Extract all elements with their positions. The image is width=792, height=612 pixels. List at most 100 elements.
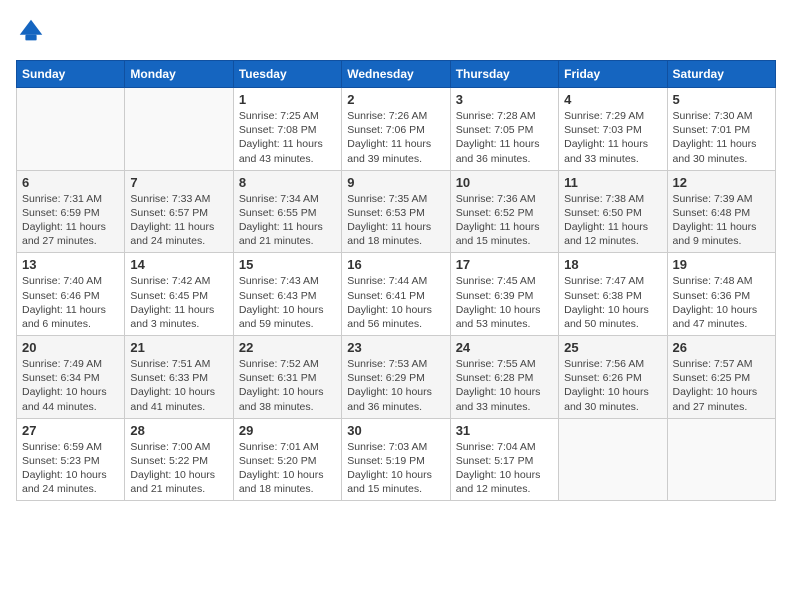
day-number: 4 [564,92,661,107]
day-info: Sunrise: 7:38 AMSunset: 6:50 PMDaylight:… [564,192,661,249]
day-info: Sunrise: 7:42 AMSunset: 6:45 PMDaylight:… [130,274,227,331]
day-info: Sunrise: 7:53 AMSunset: 6:29 PMDaylight:… [347,357,444,414]
day-number: 11 [564,175,661,190]
day-info: Sunrise: 6:59 AMSunset: 5:23 PMDaylight:… [22,440,119,497]
calendar-week-row: 6 Sunrise: 7:31 AMSunset: 6:59 PMDaylight… [17,170,776,253]
day-number: 25 [564,340,661,355]
day-info: Sunrise: 7:26 AMSunset: 7:06 PMDaylight:… [347,109,444,166]
day-info: Sunrise: 7:25 AMSunset: 7:08 PMDaylight:… [239,109,336,166]
day-info: Sunrise: 7:40 AMSunset: 6:46 PMDaylight:… [22,274,119,331]
calendar-cell: 16 Sunrise: 7:44 AMSunset: 6:41 PMDayligh… [342,253,450,336]
day-number: 7 [130,175,227,190]
calendar-cell: 9 Sunrise: 7:35 AMSunset: 6:53 PMDaylight… [342,170,450,253]
day-number: 31 [456,423,553,438]
day-number: 15 [239,257,336,272]
day-info: Sunrise: 7:01 AMSunset: 5:20 PMDaylight:… [239,440,336,497]
day-info: Sunrise: 7:35 AMSunset: 6:53 PMDaylight:… [347,192,444,249]
day-info: Sunrise: 7:04 AMSunset: 5:17 PMDaylight:… [456,440,553,497]
calendar-cell: 19 Sunrise: 7:48 AMSunset: 6:36 PMDayligh… [667,253,775,336]
calendar-table: SundayMondayTuesdayWednesdayThursdayFrid… [16,60,776,501]
day-number: 22 [239,340,336,355]
day-number: 3 [456,92,553,107]
day-info: Sunrise: 7:48 AMSunset: 6:36 PMDaylight:… [673,274,770,331]
day-info: Sunrise: 7:00 AMSunset: 5:22 PMDaylight:… [130,440,227,497]
day-info: Sunrise: 7:52 AMSunset: 6:31 PMDaylight:… [239,357,336,414]
day-number: 23 [347,340,444,355]
calendar-cell: 8 Sunrise: 7:34 AMSunset: 6:55 PMDaylight… [233,170,341,253]
day-number: 12 [673,175,770,190]
calendar-cell: 10 Sunrise: 7:36 AMSunset: 6:52 PMDayligh… [450,170,558,253]
day-number: 26 [673,340,770,355]
day-info: Sunrise: 7:28 AMSunset: 7:05 PMDaylight:… [456,109,553,166]
calendar-cell [559,418,667,501]
calendar-cell: 15 Sunrise: 7:43 AMSunset: 6:43 PMDayligh… [233,253,341,336]
weekday-header: Monday [125,61,233,88]
calendar-cell: 2Sunrise: 7:26 AMSunset: 7:06 PMDaylight… [342,88,450,171]
weekday-header: Sunday [17,61,125,88]
day-info: Sunrise: 7:33 AMSunset: 6:57 PMDaylight:… [130,192,227,249]
calendar-cell: 4 Sunrise: 7:29 AMSunset: 7:03 PMDaylight… [559,88,667,171]
weekday-header: Friday [559,61,667,88]
day-number: 18 [564,257,661,272]
day-number: 24 [456,340,553,355]
day-info: Sunrise: 7:57 AMSunset: 6:25 PMDaylight:… [673,357,770,414]
day-info: Sunrise: 7:43 AMSunset: 6:43 PMDaylight:… [239,274,336,331]
day-number: 29 [239,423,336,438]
day-info: Sunrise: 7:55 AMSunset: 6:28 PMDaylight:… [456,357,553,414]
day-info: Sunrise: 7:44 AMSunset: 6:41 PMDaylight:… [347,274,444,331]
calendar-cell: 22 Sunrise: 7:52 AMSunset: 6:31 PMDayligh… [233,336,341,419]
calendar-cell: 12Sunrise: 7:39 AMSunset: 6:48 PMDayligh… [667,170,775,253]
calendar-cell: 18 Sunrise: 7:47 AMSunset: 6:38 PMDayligh… [559,253,667,336]
day-info: Sunrise: 7:03 AMSunset: 5:19 PMDaylight:… [347,440,444,497]
calendar-cell: 5 Sunrise: 7:30 AMSunset: 7:01 PMDaylight… [667,88,775,171]
calendar-week-row: 1 Sunrise: 7:25 AMSunset: 7:08 PMDaylight… [17,88,776,171]
calendar-cell: 30Sunrise: 7:03 AMSunset: 5:19 PMDayligh… [342,418,450,501]
day-info: Sunrise: 7:30 AMSunset: 7:01 PMDaylight:… [673,109,770,166]
calendar-week-row: 13 Sunrise: 7:40 AMSunset: 6:46 PMDayligh… [17,253,776,336]
calendar-cell: 23 Sunrise: 7:53 AMSunset: 6:29 PMDayligh… [342,336,450,419]
day-info: Sunrise: 7:47 AMSunset: 6:38 PMDaylight:… [564,274,661,331]
calendar-cell [17,88,125,171]
calendar-cell: 6 Sunrise: 7:31 AMSunset: 6:59 PMDaylight… [17,170,125,253]
day-number: 19 [673,257,770,272]
calendar-cell: 3 Sunrise: 7:28 AMSunset: 7:05 PMDaylight… [450,88,558,171]
day-number: 6 [22,175,119,190]
day-info: Sunrise: 7:49 AMSunset: 6:34 PMDaylight:… [22,357,119,414]
day-info: Sunrise: 7:29 AMSunset: 7:03 PMDaylight:… [564,109,661,166]
day-number: 8 [239,175,336,190]
weekday-header: Thursday [450,61,558,88]
day-info: Sunrise: 7:51 AMSunset: 6:33 PMDaylight:… [130,357,227,414]
day-info: Sunrise: 7:36 AMSunset: 6:52 PMDaylight:… [456,192,553,249]
calendar-cell: 27Sunrise: 6:59 AMSunset: 5:23 PMDayligh… [17,418,125,501]
day-number: 16 [347,257,444,272]
day-info: Sunrise: 7:34 AMSunset: 6:55 PMDaylight:… [239,192,336,249]
day-number: 5 [673,92,770,107]
day-number: 9 [347,175,444,190]
calendar-cell: 28 Sunrise: 7:00 AMSunset: 5:22 PMDayligh… [125,418,233,501]
day-number: 10 [456,175,553,190]
calendar-cell [125,88,233,171]
weekday-header: Tuesday [233,61,341,88]
weekday-header-row: SundayMondayTuesdayWednesdayThursdayFrid… [17,61,776,88]
calendar-week-row: 27Sunrise: 6:59 AMSunset: 5:23 PMDayligh… [17,418,776,501]
calendar-cell: 20 Sunrise: 7:49 AMSunset: 6:34 PMDayligh… [17,336,125,419]
calendar-cell: 24 Sunrise: 7:55 AMSunset: 6:28 PMDayligh… [450,336,558,419]
calendar-cell: 13 Sunrise: 7:40 AMSunset: 6:46 PMDayligh… [17,253,125,336]
day-number: 20 [22,340,119,355]
page-header [16,16,776,46]
day-number: 21 [130,340,227,355]
day-number: 17 [456,257,553,272]
calendar-cell: 7 Sunrise: 7:33 AMSunset: 6:57 PMDaylight… [125,170,233,253]
calendar-cell: 17Sunrise: 7:45 AMSunset: 6:39 PMDayligh… [450,253,558,336]
calendar-cell: 14Sunrise: 7:42 AMSunset: 6:45 PMDayligh… [125,253,233,336]
logo-icon [16,16,46,46]
day-number: 1 [239,92,336,107]
calendar-cell: 29 Sunrise: 7:01 AMSunset: 5:20 PMDayligh… [233,418,341,501]
calendar-cell [667,418,775,501]
weekday-header: Wednesday [342,61,450,88]
day-number: 28 [130,423,227,438]
calendar-week-row: 20 Sunrise: 7:49 AMSunset: 6:34 PMDayligh… [17,336,776,419]
calendar-cell: 1 Sunrise: 7:25 AMSunset: 7:08 PMDaylight… [233,88,341,171]
day-info: Sunrise: 7:31 AMSunset: 6:59 PMDaylight:… [22,192,119,249]
day-number: 13 [22,257,119,272]
